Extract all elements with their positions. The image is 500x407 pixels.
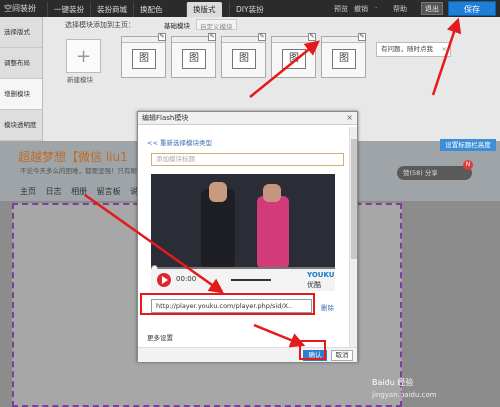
video-presenter-left-face [209, 182, 227, 202]
dialog-title: 编辑Flash模块 [138, 112, 357, 125]
edit-icon[interactable]: ✎ [258, 33, 266, 41]
module-thumbnail[interactable]: 图 ✎ [221, 33, 266, 78]
video-presenter-right [257, 196, 289, 269]
blog-nav: 主页 日志 相册 留言板 说说 [20, 186, 153, 197]
youku-logo: YOUKU [307, 271, 335, 279]
video-presenter-right-face [263, 184, 281, 202]
subtab-basic[interactable]: 基础模块 [161, 19, 193, 30]
image-icon: 图 [182, 49, 206, 69]
nav-album[interactable]: 相册 [71, 187, 87, 196]
video-time: 00:00 [176, 275, 197, 283]
video-frame [151, 174, 335, 269]
panel-header: 选择模块添加到主页： [65, 21, 135, 29]
image-icon: 图 [282, 49, 306, 69]
edit-icon[interactable]: ✎ [208, 33, 216, 41]
set-header-height-button[interactable]: 设置标题栏高度 [440, 139, 496, 151]
separator-dot: · [375, 4, 378, 12]
sidebar-item-select-layout[interactable]: 选择版式 [0, 17, 42, 48]
module-title-input[interactable]: 添加模块标题 [151, 153, 344, 166]
sidebar-item-adjust-layout[interactable]: 调整布局 [0, 48, 42, 79]
tooltip-text: 有问题，随时点我 [381, 45, 433, 53]
add-module-button[interactable]: + [66, 39, 101, 73]
nav-guestbook[interactable]: 留言板 [97, 187, 121, 196]
sidebar-item-opacity[interactable]: 模块透明度 [0, 110, 42, 141]
blog-title: 超越梦想【微信 liu1 [18, 150, 128, 164]
nav-diary[interactable]: 日志 [46, 187, 62, 196]
blog-slogan: 不论今天多么的困难，都要坚强！只有眼 [20, 167, 137, 175]
module-thumbnail[interactable]: 图 ✎ [121, 33, 166, 78]
nav-home[interactable]: 主页 [20, 187, 36, 196]
tab-one-click[interactable]: 一键装扮 [47, 2, 90, 17]
tab-store[interactable]: 装扮商城 [90, 2, 133, 17]
cancel-button[interactable]: 取消 [331, 350, 353, 361]
subtab-custom[interactable]: 自定义模块 [196, 19, 237, 31]
like-share-bar[interactable]: 赞(58) 分享 [397, 166, 472, 180]
help-link[interactable]: 帮助 [393, 4, 407, 14]
top-bar: 空间装扮 一键装扮 装扮商城 换配色 换版式 DIY装扮 预览 撤销 · 帮助 … [0, 0, 500, 17]
module-thumbnail[interactable]: 图 ✎ [171, 33, 216, 78]
plus-icon: + [76, 46, 92, 67]
tab-color[interactable]: 换配色 [133, 2, 169, 17]
dialog-scrollbar[interactable] [349, 127, 357, 351]
image-icon: 图 [132, 49, 156, 69]
notification-badge: N [463, 160, 473, 170]
tab-diy[interactable]: DIY装扮 [229, 2, 270, 17]
image-icon: 图 [332, 49, 356, 69]
baidu-watermark: Baidu 经验 [372, 378, 414, 387]
undo-link[interactable]: 撤销 [354, 4, 368, 14]
close-icon[interactable]: × [442, 43, 447, 56]
save-button[interactable]: 保存 [448, 1, 496, 16]
play-icon[interactable] [157, 273, 171, 287]
more-settings[interactable]: 更多设置 [147, 332, 173, 342]
help-tooltip[interactable]: 有问题，随时点我 × [376, 42, 451, 57]
scrollbar-thumb[interactable] [351, 139, 357, 259]
image-icon: 图 [232, 49, 256, 69]
module-thumbnail[interactable]: 图 ✎ [271, 33, 316, 78]
video-player[interactable]: 00:00 YOUKU 优酷 [151, 174, 335, 291]
watermark-url: jingyan.baidu.com [372, 391, 437, 399]
tab-layout[interactable]: 换版式 [186, 2, 222, 17]
delete-link[interactable]: 删除 [321, 302, 334, 312]
edit-icon[interactable]: ✎ [158, 33, 166, 41]
confirm-highlight-box [299, 340, 326, 360]
sidebar-item-modules[interactable]: 增删模块 [0, 79, 42, 110]
video-controls: 00:00 YOUKU 优酷 [151, 269, 335, 291]
sidebar: 选择版式 调整布局 增删模块 模块透明度 [0, 17, 43, 141]
module-thumbnail[interactable]: 图 ✎ [321, 33, 366, 78]
edit-icon[interactable]: ✎ [358, 33, 366, 41]
exit-button[interactable]: 退出 [421, 2, 443, 15]
edit-flash-dialog: 编辑Flash模块 × << 重新选择模块类型 添加模块标题 00:00 YOU… [137, 111, 358, 362]
app-title: 空间装扮 [4, 4, 36, 13]
add-module-label: 新建模块 [67, 76, 93, 84]
preview-link[interactable]: 预览 [334, 4, 348, 14]
volume-slider[interactable] [231, 279, 271, 281]
reselect-type-link[interactable]: << 重新选择模块类型 [147, 137, 212, 147]
url-highlight-box [140, 293, 315, 315]
edit-icon[interactable]: ✎ [308, 33, 316, 41]
youku-logo-cn: 优酷 [307, 281, 321, 289]
close-icon[interactable]: × [346, 113, 353, 122]
